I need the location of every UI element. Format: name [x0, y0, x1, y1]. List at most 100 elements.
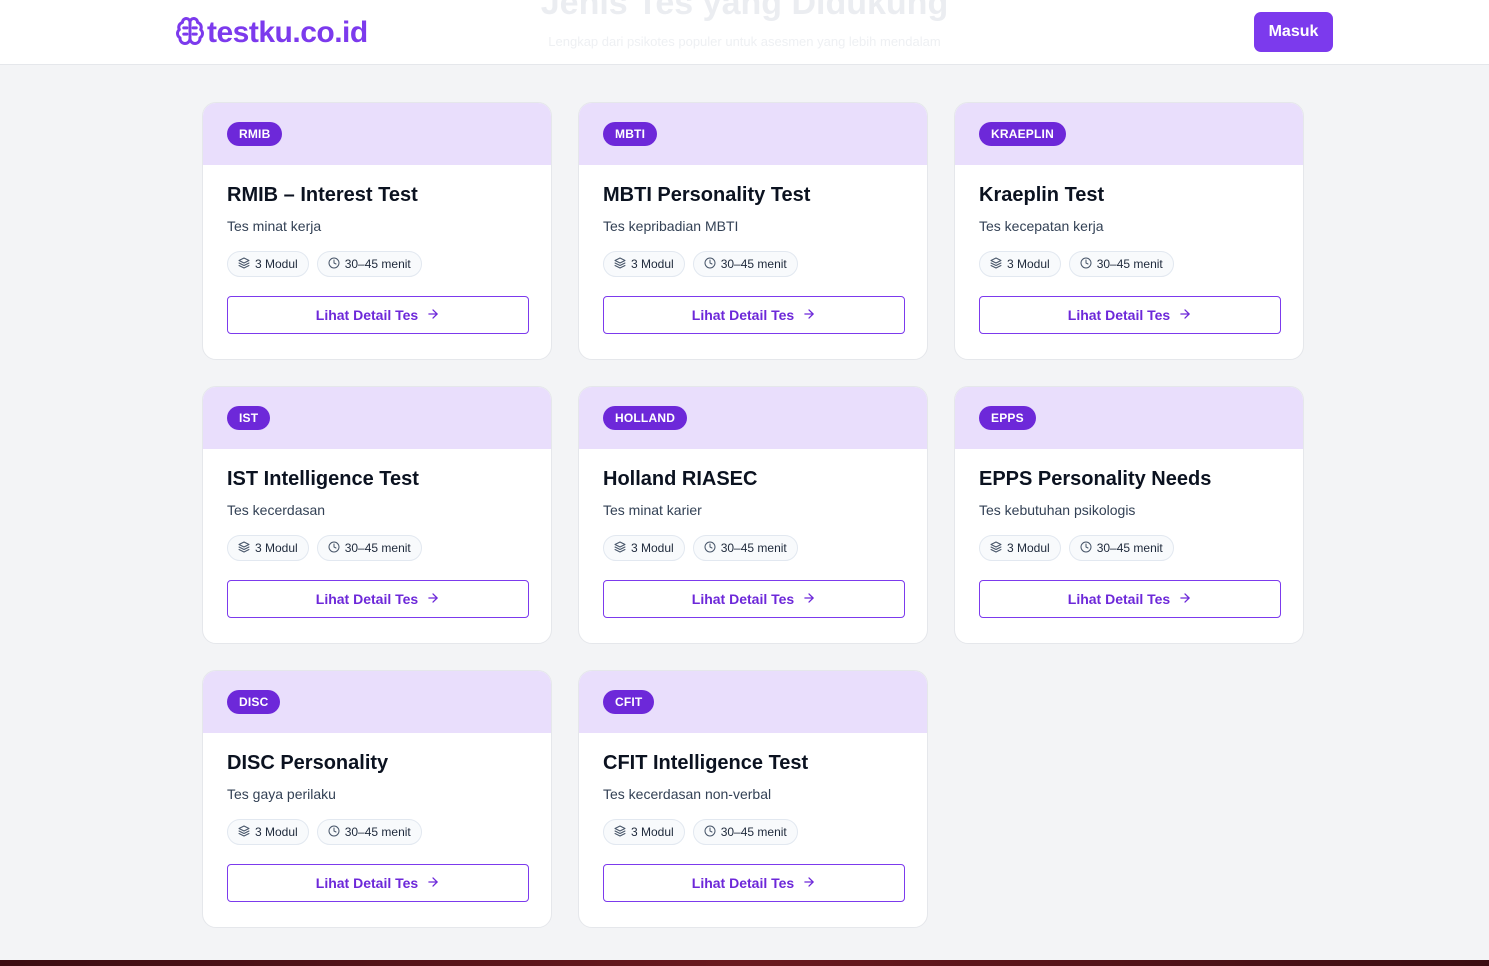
- view-detail-button[interactable]: Lihat Detail Tes: [603, 864, 905, 902]
- view-detail-button[interactable]: Lihat Detail Tes: [603, 580, 905, 618]
- footer-strip: [0, 960, 1489, 966]
- card-header: DISC: [203, 671, 551, 733]
- view-detail-label: Lihat Detail Tes: [1067, 591, 1171, 607]
- test-code-badge: RMIB: [227, 122, 283, 146]
- view-detail-label: Lihat Detail Tes: [691, 875, 795, 891]
- test-title: Holland RIASEC: [603, 468, 758, 490]
- layers-icon: [990, 541, 1002, 556]
- test-description: Tes kecerdasan: [227, 502, 326, 518]
- test-title: Kraeplin Test: [979, 184, 1105, 206]
- card-body: DISC Personality Tes gaya perilaku 3 Mod…: [203, 733, 551, 902]
- card-header: RMIB: [203, 103, 551, 165]
- view-detail-label: Lihat Detail Tes: [1067, 307, 1171, 323]
- view-detail-label: Lihat Detail Tes: [691, 307, 795, 323]
- test-code-badge: DISC: [227, 690, 281, 714]
- card-body: CFIT Intelligence Test Tes kecerdasan no…: [579, 733, 927, 902]
- view-detail-button[interactable]: Lihat Detail Tes: [979, 580, 1281, 618]
- view-detail-button[interactable]: Lihat Detail Tes: [603, 296, 905, 334]
- test-card-disc: DISC DISC Personality Tes gaya perilaku …: [202, 670, 552, 928]
- test-card-grid: RMIB RMIB – Interest Test Tes minat kerj…: [202, 102, 1304, 928]
- duration-chip: 30–45 menit: [316, 251, 422, 277]
- test-code-badge: EPPS: [979, 406, 1036, 430]
- test-description: Tes kecepatan kerja: [979, 218, 1104, 234]
- modules-chip: 3 Modul: [603, 535, 685, 561]
- test-title: EPPS Personality Needs: [979, 468, 1212, 490]
- test-meta: 3 Modul 30–45 menit: [603, 535, 903, 561]
- layers-icon: [238, 825, 250, 840]
- view-detail-button[interactable]: Lihat Detail Tes: [227, 864, 529, 902]
- duration-text: 30–45 menit: [1096, 541, 1163, 555]
- modules-count: 3 Modul: [255, 541, 298, 555]
- login-button[interactable]: Masuk: [1254, 12, 1333, 52]
- test-title: MBTI Personality Test: [603, 184, 811, 206]
- test-description: Tes kebutuhan psikologis: [979, 502, 1136, 518]
- test-description: Tes minat kerja: [227, 218, 322, 234]
- clock-icon: [328, 825, 340, 840]
- card-body: Kraeplin Test Tes kecepatan kerja 3 Modu…: [955, 165, 1303, 334]
- test-meta: 3 Modul 30–45 menit: [603, 819, 903, 845]
- clock-icon: [704, 825, 716, 840]
- duration-chip: 30–45 menit: [1068, 251, 1174, 277]
- duration-chip: 30–45 menit: [692, 535, 798, 561]
- test-description: Tes minat karier: [603, 502, 702, 518]
- test-title: DISC Personality: [227, 752, 389, 774]
- card-header: CFIT: [579, 671, 927, 733]
- test-card-epps: EPPS EPPS Personality Needs Tes kebutuha…: [954, 386, 1304, 644]
- card-header: EPPS: [955, 387, 1303, 449]
- test-description: Tes kecerdasan non-verbal: [603, 786, 772, 802]
- test-meta: 3 Modul 30–45 menit: [227, 819, 527, 845]
- duration-text: 30–45 menit: [344, 541, 411, 555]
- test-meta: 3 Modul 30–45 menit: [227, 535, 527, 561]
- arrow-right-icon: [1178, 591, 1192, 608]
- modules-chip: 3 Modul: [603, 819, 685, 845]
- test-description: Tes gaya perilaku: [227, 786, 336, 802]
- layers-icon: [614, 541, 626, 556]
- card-body: IST Intelligence Test Tes kecerdasan 3 M…: [203, 449, 551, 618]
- view-detail-button[interactable]: Lihat Detail Tes: [979, 296, 1281, 334]
- logo-text: testku.co.id: [207, 16, 368, 49]
- modules-count: 3 Modul: [255, 257, 298, 271]
- test-meta: 3 Modul 30–45 menit: [227, 251, 527, 277]
- modules-chip: 3 Modul: [227, 819, 309, 845]
- view-detail-label: Lihat Detail Tes: [691, 591, 795, 607]
- test-meta: 3 Modul 30–45 menit: [603, 251, 903, 277]
- layers-icon: [990, 257, 1002, 272]
- duration-chip: 30–45 menit: [692, 251, 798, 277]
- modules-chip: 3 Modul: [227, 251, 309, 277]
- duration-chip: 30–45 menit: [692, 819, 798, 845]
- modules-chip: 3 Modul: [979, 535, 1061, 561]
- card-header: HOLLAND: [579, 387, 927, 449]
- arrow-right-icon: [1178, 307, 1192, 324]
- clock-icon: [1080, 257, 1092, 272]
- view-detail-label: Lihat Detail Tes: [315, 307, 419, 323]
- arrow-right-icon: [426, 875, 440, 892]
- modules-count: 3 Modul: [1007, 257, 1050, 271]
- arrow-right-icon: [802, 875, 816, 892]
- test-code-badge: KRAEPLIN: [979, 122, 1066, 146]
- modules-chip: 3 Modul: [227, 535, 309, 561]
- test-code-badge: IST: [227, 406, 271, 430]
- layers-icon: [614, 257, 626, 272]
- card-body: MBTI Personality Test Tes kepribadian MB…: [579, 165, 927, 334]
- modules-count: 3 Modul: [631, 825, 674, 839]
- card-header: IST: [203, 387, 551, 449]
- modules-chip: 3 Modul: [979, 251, 1061, 277]
- test-card-cfit: CFIT CFIT Intelligence Test Tes kecerdas…: [578, 670, 928, 928]
- view-detail-button[interactable]: Lihat Detail Tes: [227, 580, 529, 618]
- clock-icon: [704, 541, 716, 556]
- clock-icon: [328, 541, 340, 556]
- test-title: IST Intelligence Test: [227, 468, 419, 490]
- clock-icon: [328, 257, 340, 272]
- test-card-ist: IST IST Intelligence Test Tes kecerdasan…: [202, 386, 552, 644]
- modules-count: 3 Modul: [255, 825, 298, 839]
- test-title: CFIT Intelligence Test: [603, 752, 809, 774]
- card-body: Holland RIASEC Tes minat karier 3 Modul: [579, 449, 927, 618]
- card-body: EPPS Personality Needs Tes kebutuhan psi…: [955, 449, 1303, 618]
- duration-chip: 30–45 menit: [316, 819, 422, 845]
- test-meta: 3 Modul 30–45 menit: [979, 251, 1279, 277]
- site-logo[interactable]: testku.co.id: [175, 15, 368, 51]
- modules-chip: 3 Modul: [603, 251, 685, 277]
- card-body: RMIB – Interest Test Tes minat kerja 3 M…: [203, 165, 551, 334]
- view-detail-button[interactable]: Lihat Detail Tes: [227, 296, 529, 334]
- layers-icon: [238, 257, 250, 272]
